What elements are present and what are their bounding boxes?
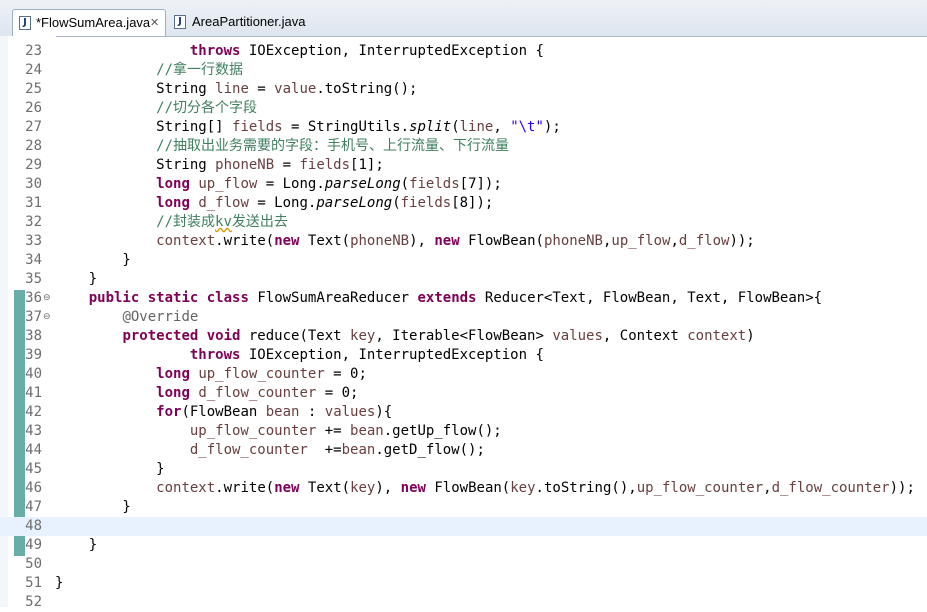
code-line[interactable]: 49 } <box>0 536 927 555</box>
line-number: 24 <box>25 62 42 78</box>
code-line[interactable]: 28 //抽取出业务需要的字段：手机号、上行流量、下行流量 <box>0 137 927 156</box>
close-icon[interactable]: ✕ <box>150 10 159 36</box>
line-number: 40 <box>25 366 42 382</box>
code-text: } <box>55 271 98 287</box>
code-line[interactable]: 42 for(FlowBean bean : values){ <box>0 403 927 422</box>
line-number: 30 <box>25 176 42 192</box>
line-number: 51 <box>25 575 42 591</box>
code-text: //拿一行数据 <box>156 62 244 78</box>
code-text: } <box>55 575 64 591</box>
code-line[interactable]: 52 <box>0 593 927 612</box>
code-text: long d_flow_counter = 0; <box>156 385 359 401</box>
code-text: up_flow_counter += bean.getUp_flow(); <box>189 423 502 439</box>
code-line[interactable]: 36 ⊖ public static class FlowSumAreaReduc… <box>0 289 927 308</box>
code-line[interactable]: 23 throws IOException, InterruptedExcept… <box>0 42 927 61</box>
code-text: } <box>55 461 165 477</box>
code-line[interactable]: 26 //切分各个字段 <box>0 99 927 118</box>
code-line[interactable]: 44 d_flow_counter +=bean.getD_flow(); <box>0 441 927 460</box>
line-number: 41 <box>25 385 42 401</box>
code-text: //封装成kv发送出去 <box>156 214 288 230</box>
code-text: long d_flow = Long.parseLong(fields[8]); <box>156 195 494 211</box>
code-line[interactable]: 47 } <box>0 498 927 517</box>
line-number: 23 <box>25 43 42 59</box>
tab-label: *FlowSumArea.java <box>36 15 151 30</box>
code-line[interactable]: 29 String phoneNB = fields[1]; <box>0 156 927 175</box>
code-text: } <box>55 252 131 268</box>
line-number: 29 <box>25 157 42 173</box>
code-text: protected void reduce(Text key, Iterable… <box>122 328 755 344</box>
line-number: 52 <box>25 594 42 610</box>
code-text: public static class FlowSumAreaReducer e… <box>88 290 823 306</box>
code-line[interactable]: 43 up_flow_counter += bean.getUp_flow(); <box>0 422 927 441</box>
tab-areapartitioner[interactable]: J AreaPartitioner.java <box>170 9 320 36</box>
code-line[interactable]: 40 long up_flow_counter = 0; <box>0 365 927 384</box>
code-line[interactable]: 32 //封装成kv发送出去 <box>0 213 927 232</box>
line-number: 48 <box>25 518 42 534</box>
code-text: long up_flow_counter = 0; <box>156 366 367 382</box>
line-number: 35 <box>25 271 42 287</box>
line-number: 47 <box>25 499 42 515</box>
code-text: for(FlowBean bean : values){ <box>156 404 393 420</box>
line-number: 50 <box>25 556 42 572</box>
code-line[interactable]: 30 long up_flow = Long.parseLong(fields[… <box>0 175 927 194</box>
code-line[interactable]: 31 long d_flow = Long.parseLong(fields[8… <box>0 194 927 213</box>
code-text: String phoneNB = fields[1]; <box>55 157 384 173</box>
line-number: 28 <box>25 138 42 154</box>
code-line[interactable]: 50 <box>0 555 927 574</box>
editor-tab-bar: J *FlowSumArea.java ✕ J AreaPartitioner.… <box>0 0 927 37</box>
line-number: 43 <box>25 423 42 439</box>
code-text: context.write(new Text(key), new FlowBea… <box>156 480 915 496</box>
code-text: @Override <box>122 309 199 325</box>
code-line[interactable]: 38 protected void reduce(Text key, Itera… <box>0 327 927 346</box>
line-number: 46 <box>25 480 42 496</box>
line-number: 36 <box>25 290 42 306</box>
tab-flowsumarea[interactable]: J *FlowSumArea.java ✕ <box>12 9 166 36</box>
code-line[interactable]: 48 <box>0 517 927 536</box>
java-file-icon: J <box>19 16 31 30</box>
line-number: 39 <box>25 347 42 363</box>
line-number: 49 <box>25 537 42 553</box>
code-line[interactable]: 46 context.write(new Text(key), new Flow… <box>0 479 927 498</box>
line-number: 44 <box>25 442 42 458</box>
code-text: throws IOException, InterruptedException… <box>189 43 544 59</box>
code-text: String[] fields = StringUtils.split(line… <box>55 119 561 135</box>
code-line[interactable]: 27 String[] fields = StringUtils.split(l… <box>0 118 927 137</box>
fold-toggle-icon[interactable]: ⊖ <box>43 289 51 308</box>
code-text: //抽取出业务需要的字段：手机号、上行流量、下行流量 <box>156 138 510 154</box>
line-number: 45 <box>25 461 42 477</box>
code-text: String line = value.toString(); <box>55 81 418 97</box>
line-number: 42 <box>25 404 42 420</box>
code-line[interactable]: 41 long d_flow_counter = 0; <box>0 384 927 403</box>
code-line[interactable]: 45 } <box>0 460 927 479</box>
line-number: 25 <box>25 81 42 97</box>
line-number: 33 <box>25 233 42 249</box>
tab-label: AreaPartitioner.java <box>192 14 306 29</box>
code-text: context.write(new Text(phoneNB), new Flo… <box>156 233 755 249</box>
code-line[interactable]: 39 throws IOException, InterruptedExcept… <box>0 346 927 365</box>
code-line[interactable]: 33 context.write(new Text(phoneNB), new … <box>0 232 927 251</box>
java-file-icon: J <box>174 15 186 29</box>
code-text: d_flow_counter +=bean.getD_flow(); <box>189 442 485 458</box>
line-number: 38 <box>25 328 42 344</box>
line-number: 31 <box>25 195 42 211</box>
line-number: 32 <box>25 214 42 230</box>
line-number: 37 <box>25 309 42 325</box>
code-text: long up_flow = Long.parseLong(fields[7])… <box>156 176 502 192</box>
code-text: throws IOException, InterruptedException… <box>189 347 544 363</box>
line-number: 34 <box>25 252 42 268</box>
code-line[interactable]: 51} <box>0 574 927 593</box>
code-line[interactable]: 24 //拿一行数据 <box>0 61 927 80</box>
code-line[interactable]: 34 } <box>0 251 927 270</box>
fold-toggle-icon[interactable]: ⊖ <box>43 308 51 327</box>
code-line[interactable]: 25 String line = value.toString(); <box>0 80 927 99</box>
code-text: //切分各个字段 <box>156 100 258 116</box>
code-line[interactable]: 37 ⊖ @Override <box>0 308 927 327</box>
code-text: } <box>55 537 98 553</box>
code-text: } <box>55 499 131 515</box>
line-number: 26 <box>25 100 42 116</box>
line-number: 27 <box>25 119 42 135</box>
code-line[interactable]: 35 } <box>0 270 927 289</box>
